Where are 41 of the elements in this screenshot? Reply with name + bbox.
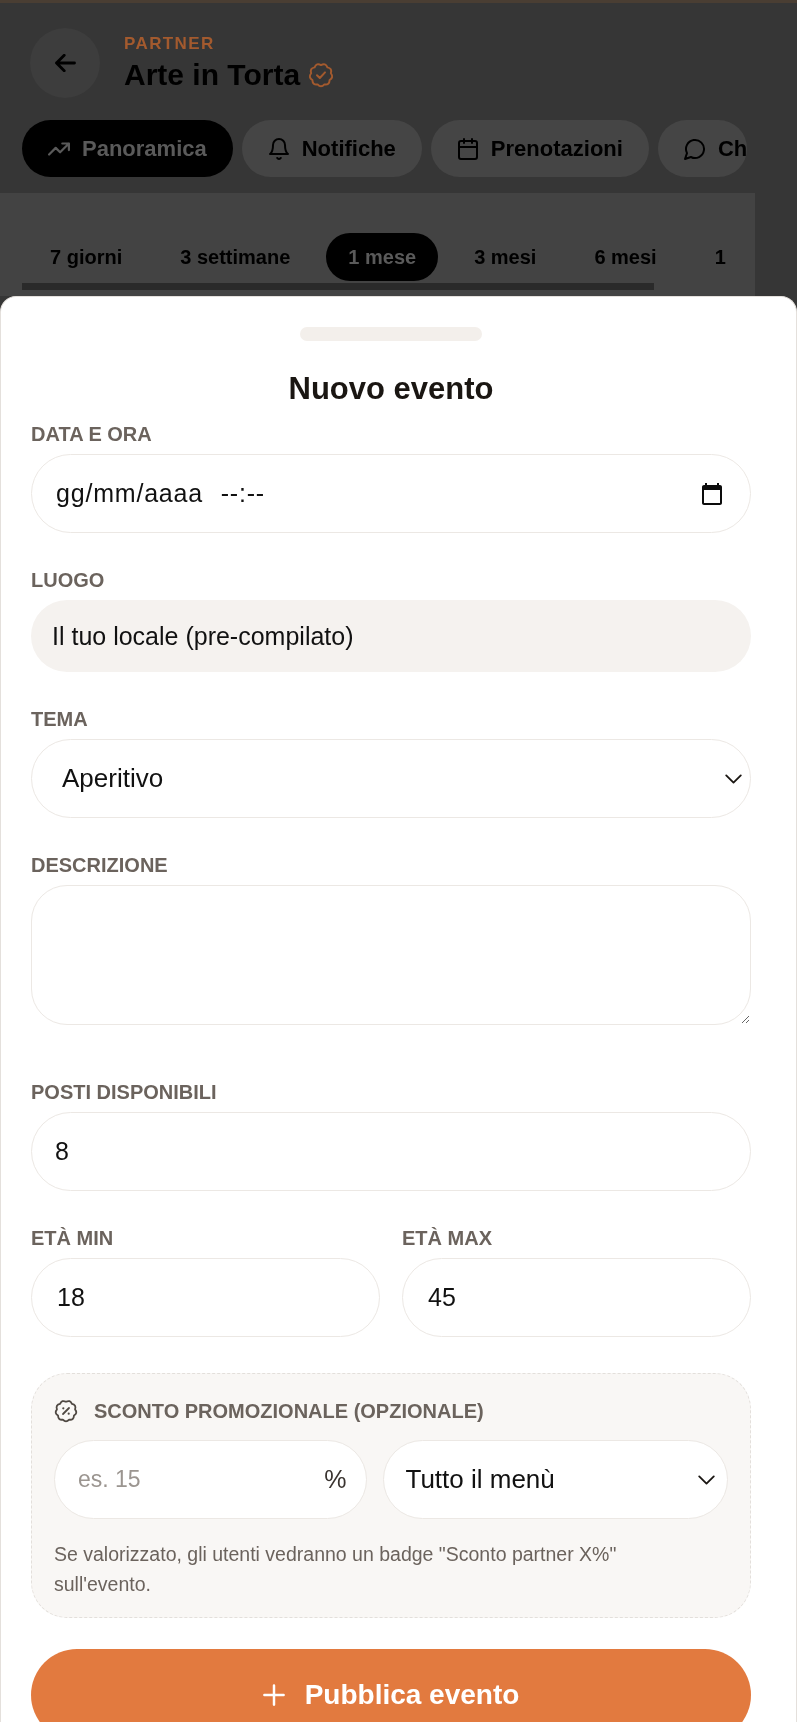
field-label: POSTI DISPONIBILI [31, 1081, 218, 1103]
age-field[interactable]: 18 [31, 1258, 380, 1337]
bell-icon [267, 137, 290, 160]
range-chip[interactable]: 7 giorni [28, 233, 145, 281]
plus-icon [262, 1684, 285, 1706]
discount-badge-icon [54, 1399, 78, 1423]
description-field[interactable] [31, 885, 751, 1025]
calendar-icon[interactable] [702, 482, 722, 505]
range-chip[interactable]: 3 settimane [158, 233, 313, 281]
discount-percent-field[interactable]: es. 15 % [54, 1440, 368, 1519]
range-chip[interactable]: 6 mesi [572, 233, 679, 281]
chevron-down-icon [725, 773, 742, 784]
field-label: DESCRIZIONE [31, 854, 169, 876]
scrollbar[interactable] [22, 283, 654, 290]
range-chip[interactable]: 3 mesi [452, 233, 559, 281]
discount-scope-select[interactable]: Tutto il menù [383, 1440, 728, 1519]
chevron-down-icon [698, 1474, 715, 1485]
field-label: ETÀ MAX [402, 1227, 493, 1249]
seats-field[interactable]: 8 [31, 1112, 751, 1191]
range-chip[interactable]: 1 [692, 233, 726, 281]
field-label: DATA E ORA [31, 423, 153, 445]
range-chip[interactable]: 1 mese [326, 233, 439, 281]
calendar-icon [456, 137, 479, 160]
age-field[interactable]: 45 [402, 1258, 751, 1337]
tab[interactable]: Ch [657, 120, 748, 177]
arrow-left-icon [54, 54, 76, 72]
tab[interactable]: Prenotazioni [430, 120, 649, 177]
field-label: ETÀ MIN [31, 1227, 115, 1249]
partner-eyebrow: PARTNER [124, 34, 216, 54]
publish-button[interactable]: Pubblica evento [31, 1649, 751, 1722]
discount-title: SCONTO PROMOZIONALE (OPZIONALE) [94, 1400, 484, 1422]
speech-bubble-icon [683, 137, 706, 160]
tab[interactable]: Notifiche [241, 120, 422, 177]
theme-select[interactable]: Aperitivo [31, 739, 751, 818]
sheet-title: Nuovo evento [287, 371, 495, 407]
tab[interactable]: Panoramica [22, 120, 233, 177]
discount-help-text: Se valorizzato, gli utenti vedranno un badge "Sconto partner X%" sull'evento. [54, 1542, 618, 1597]
field-label: LUOGO [31, 569, 106, 591]
location-field[interactable]: Il tuo locale (pre-compilato) [31, 600, 751, 672]
field-label: TEMA [31, 708, 89, 730]
date-time-field[interactable]: gg/mm/aaaa --:-- [31, 454, 751, 533]
